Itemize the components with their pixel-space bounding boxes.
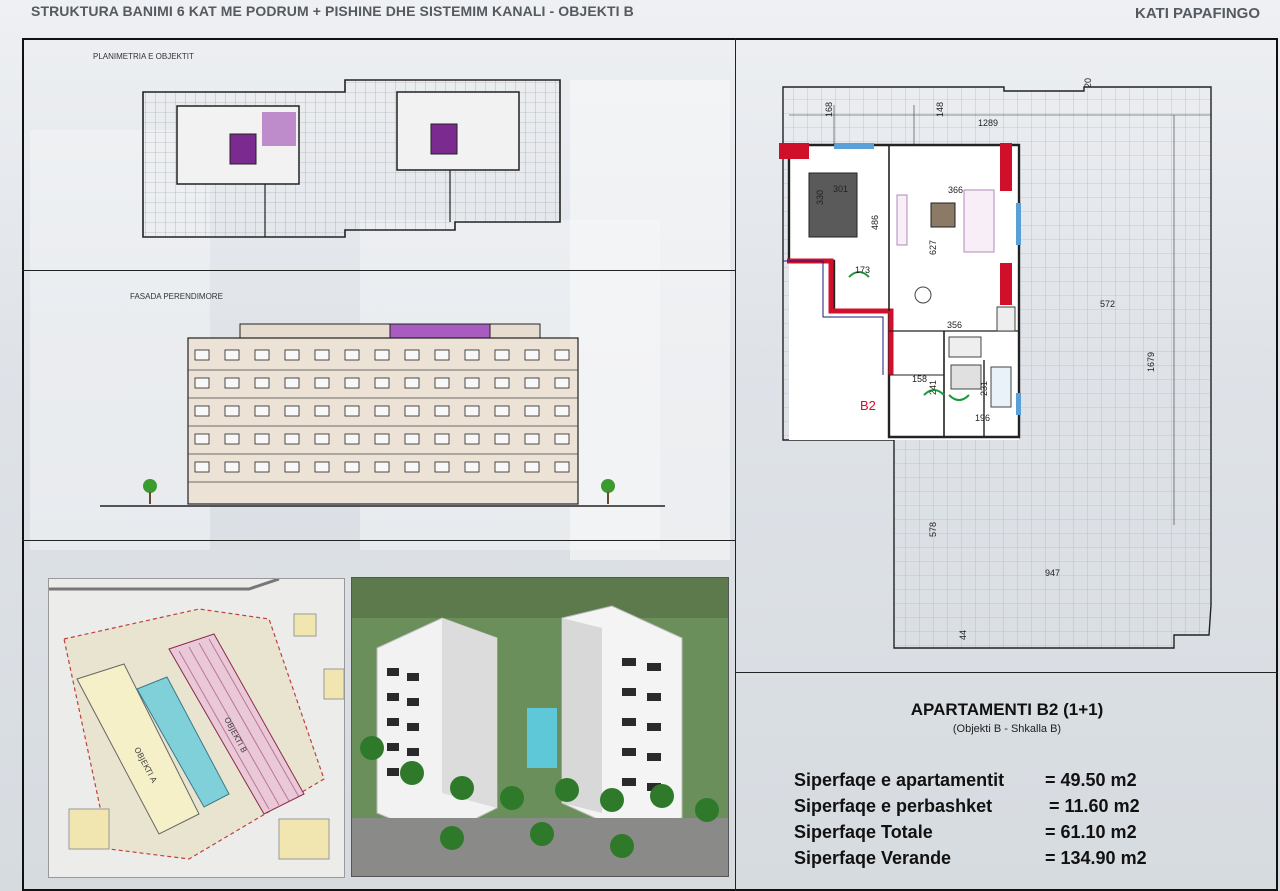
dimension-label: 148: [935, 101, 945, 117]
floor-name: KATI PAPAFINGO: [1135, 5, 1260, 22]
header-bar: STRUKTURA BANIMI 6 KAT ME PODRUM + PISHI…: [0, 0, 1280, 28]
apartment-info: APARTAMENTI B2 (1+1) (Objekti B - Shkall…: [736, 700, 1278, 735]
area-label: Siperfaqe e apartamentit: [794, 770, 1005, 790]
area-value: = 11.60 m2: [1049, 796, 1140, 816]
page-title: STRUKTURA BANIMI 6 KAT ME PODRUM + PISHI…: [31, 3, 634, 19]
area-label: Siperfaqe Totale: [794, 822, 933, 842]
planimetry-label: PLANIMETRIA E OBJEKTIT: [93, 52, 194, 61]
render-drawing: [352, 578, 728, 876]
dimension-label: 486: [870, 214, 880, 230]
dimension-label: 44: [958, 629, 968, 640]
divider-h2: [22, 540, 736, 541]
apartment-subtitle: (Objekti B - Shkalla B): [952, 723, 1062, 735]
facade-label: FASADA PERENDIMORE: [130, 292, 223, 301]
dimension-label: 168: [824, 101, 834, 117]
area-value: = 134.90 m2: [1045, 848, 1147, 868]
dimension-label: 330: [815, 189, 825, 205]
floor-plan: [779, 86, 1212, 649]
dimension-label: 231: [979, 380, 989, 396]
dimension-label: 947: [1045, 568, 1061, 578]
dimension-label: 20: [1083, 77, 1093, 88]
divider-vertical: [735, 38, 736, 891]
planimetry-drawing: [142, 79, 561, 238]
area-label: Siperfaqe Verande: [794, 848, 952, 868]
dimension-label: 627: [928, 239, 938, 255]
divider-h1: [22, 270, 736, 271]
building-render: [351, 577, 729, 877]
dimension-label: 1289: [978, 118, 999, 128]
facade-drawing: [100, 323, 665, 507]
dimension-label: 158: [912, 374, 928, 384]
apartment-title: APARTAMENTI B2 (1+1): [910, 700, 1104, 719]
dimension-label: 241: [928, 379, 938, 395]
dimension-label: 366: [948, 185, 964, 195]
site-plan-drawing: OBJEKTI A OBJEKTI B: [49, 579, 344, 877]
area-value: = 49.50 m2: [1045, 770, 1137, 790]
area-label: Siperfaqe e perbashket: [794, 796, 993, 816]
dimension-label: 301: [833, 184, 849, 194]
dimension-label: 572: [1100, 299, 1116, 309]
unit-label: B2: [860, 398, 876, 413]
dimension-label: 578: [928, 521, 938, 537]
dimension-label: 1679: [1146, 351, 1156, 372]
dimension-label: 173: [855, 265, 871, 275]
divider-h3: [736, 672, 1278, 673]
dimension-label: 356: [947, 320, 963, 330]
area-value: = 61.10 m2: [1045, 822, 1137, 842]
dimension-label: 196: [975, 413, 991, 423]
site-plan: OBJEKTI A OBJEKTI B: [48, 578, 345, 878]
